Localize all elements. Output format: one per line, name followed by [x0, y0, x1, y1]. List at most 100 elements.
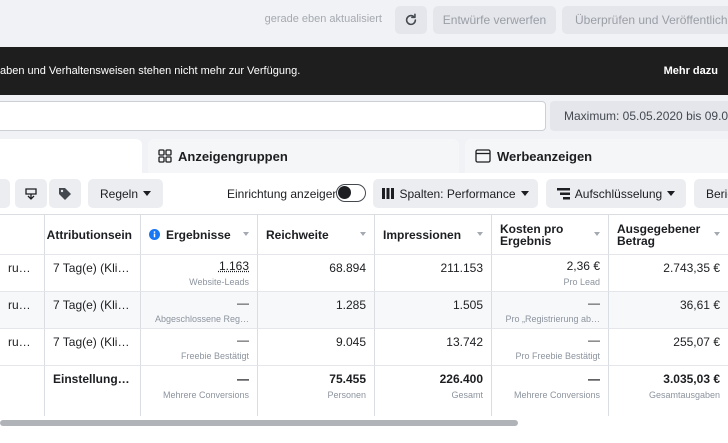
toolbar-button-partial[interactable]	[0, 179, 10, 208]
breakdown-label: Aufschlüsselung	[575, 187, 662, 201]
header-results[interactable]: Ergebnisse	[141, 215, 258, 255]
tag-button[interactable]	[49, 179, 81, 208]
totals-cell: 75.455 Personen	[258, 366, 375, 417]
breakdown-dropdown[interactable]: Aufschlüsselung	[546, 179, 686, 208]
breakdown-icon	[557, 188, 570, 200]
table-cell: 7 Tag(e) (Klic…	[45, 255, 141, 292]
sort-icon[interactable]	[594, 232, 600, 236]
cpr-value: —	[500, 333, 600, 347]
grid-icon	[158, 149, 172, 163]
ab-test-icon	[24, 187, 38, 201]
table-cell: 13.742	[375, 329, 492, 366]
date-range-picker[interactable]: Maximum: 05.05.2020 bis 09.02.2021	[550, 101, 728, 131]
totals-cpr-type: Mehrere Conversions	[500, 390, 600, 400]
learn-more-link[interactable]: Mehr dazu	[664, 65, 718, 77]
horizontal-scrollbar[interactable]	[0, 416, 728, 443]
results-value: —	[149, 333, 249, 347]
setup-toggle[interactable]	[336, 184, 366, 202]
header-reach[interactable]: Reichweite	[258, 215, 375, 255]
header-impressions-label: Impressionen	[383, 228, 461, 242]
spent-value: 36,61 €	[617, 298, 720, 312]
table-cell: 7 Tag(e) (Klic…	[45, 329, 141, 366]
tag-icon	[58, 187, 72, 201]
header-attribution[interactable]: Attributionsein	[45, 215, 141, 255]
scrollbar-thumb[interactable]	[0, 420, 518, 426]
header-cpr-label: Kosten pro Ergebnis	[500, 223, 586, 247]
header-attribution-label: Attributionsein	[47, 228, 132, 242]
reach-value: 1.285	[266, 298, 366, 312]
header-name[interactable]	[0, 215, 45, 255]
refresh-button[interactable]	[395, 6, 427, 34]
totals-spent-type: Gesamtausgaben	[617, 390, 720, 400]
attribution-value: 7 Tag(e) (Klic…	[53, 335, 132, 349]
sort-icon[interactable]	[477, 232, 483, 236]
columns-dropdown[interactable]: Spalten: Performance	[373, 179, 538, 208]
results-type: Freebie Bestätigt	[149, 351, 249, 361]
tab-ads-label: Werbeanzeigen	[497, 149, 592, 164]
table-cell: 2.743,35 €	[609, 255, 728, 292]
totals-impressions-value: 226.400	[383, 372, 483, 386]
banner-text: aben und Verhaltensweisen stehen nicht m…	[0, 65, 300, 77]
header-amount-spent[interactable]: Ausgegebener Betrag	[609, 215, 728, 255]
table-cell: 2,36 € Pro Lead	[492, 255, 609, 292]
tab-campaigns[interactable]	[0, 139, 142, 173]
discard-drafts-button[interactable]: Entwürfe verwerfen	[433, 6, 556, 34]
header-results-label: Ergebnisse	[166, 228, 231, 242]
reach-value: 9.045	[266, 335, 366, 349]
cpr-type: Pro Freebie Bestätigt	[500, 351, 600, 361]
attribution-value: 7 Tag(e) (Klick)	[53, 298, 132, 312]
impressions-value: 13.742	[383, 335, 483, 349]
reports-dropdown[interactable]: Berichte	[694, 179, 728, 208]
header-reach-label: Reichweite	[266, 228, 329, 242]
table-cell: 7 Tag(e) (Klick)	[45, 292, 141, 329]
data-table: Attributionsein Ergebnisse Reichweite Im…	[0, 214, 728, 416]
table-row-name[interactable]: rupp…	[0, 292, 45, 329]
totals-reach-type: Personen	[266, 390, 366, 400]
tab-adsets[interactable]: Anzeigengruppen	[148, 139, 459, 173]
totals-cpr-value: —	[500, 372, 600, 386]
totals-results-type: Mehrere Conversions	[149, 390, 249, 400]
totals-spent-value: 3.035,03 €	[617, 372, 720, 386]
toolbar: Regeln Einrichtung anzeigen Spalten: Per…	[0, 173, 728, 214]
last-updated-text: gerade eben aktualisiert	[265, 13, 382, 25]
columns-icon	[382, 188, 394, 199]
sort-icon[interactable]	[360, 232, 366, 236]
totals-cell: — Mehrere Conversions	[141, 366, 258, 417]
level-tabs: Anzeigengruppen Werbeanzeigen	[0, 139, 728, 173]
rules-dropdown[interactable]: Regeln	[88, 179, 163, 208]
table-cell: — Freebie Bestätigt	[141, 329, 258, 366]
info-icon	[149, 229, 160, 240]
sort-icon[interactable]	[243, 232, 249, 236]
totals-cell: — Mehrere Conversions	[492, 366, 609, 417]
table-row-name[interactable]: rupp…	[0, 329, 45, 366]
header-spent-label: Ausgegebener Betrag	[617, 223, 706, 247]
chevron-down-icon	[143, 191, 151, 196]
header-cost-per-result[interactable]: Kosten pro Ergebnis	[492, 215, 609, 255]
impressions-value: 211.153	[383, 261, 483, 275]
spent-value: 2.743,35 €	[617, 261, 720, 275]
row-name: rupp…	[8, 298, 36, 312]
rules-label: Regeln	[100, 187, 138, 201]
header-impressions[interactable]: Impressionen	[375, 215, 492, 255]
search-input[interactable]	[0, 101, 546, 131]
table-cell: — Pro Freebie Bestätigt	[492, 329, 609, 366]
cpr-value: 2,36 €	[500, 259, 600, 273]
sort-icon[interactable]	[714, 232, 720, 236]
ab-test-button[interactable]	[15, 179, 47, 208]
totals-cell: 226.400 Gesamt	[375, 366, 492, 417]
spent-value: 255,07 €	[617, 335, 720, 349]
reach-value: 68.894	[266, 261, 366, 275]
review-publish-button[interactable]: Überprüfen und Veröffentlichen	[562, 6, 728, 34]
chevron-down-icon	[667, 191, 675, 196]
tab-ads[interactable]: Werbeanzeigen	[465, 139, 728, 173]
top-bar: gerade eben aktualisiert Entwürfe verwer…	[0, 0, 728, 40]
results-value[interactable]: 1.163	[149, 259, 249, 273]
totals-attribution[interactable]: Einstellungen …	[45, 366, 141, 417]
row-name: rupp…	[8, 335, 36, 349]
table-cell: 211.153	[375, 255, 492, 292]
tab-adsets-label: Anzeigengruppen	[178, 149, 288, 164]
cpr-type: Pro „Registrierung ab…	[500, 314, 600, 324]
table-row-name[interactable]: rupp…	[0, 255, 45, 292]
info-banner: aben und Verhaltensweisen stehen nicht m…	[0, 47, 728, 95]
table-cell: 68.894	[258, 255, 375, 292]
